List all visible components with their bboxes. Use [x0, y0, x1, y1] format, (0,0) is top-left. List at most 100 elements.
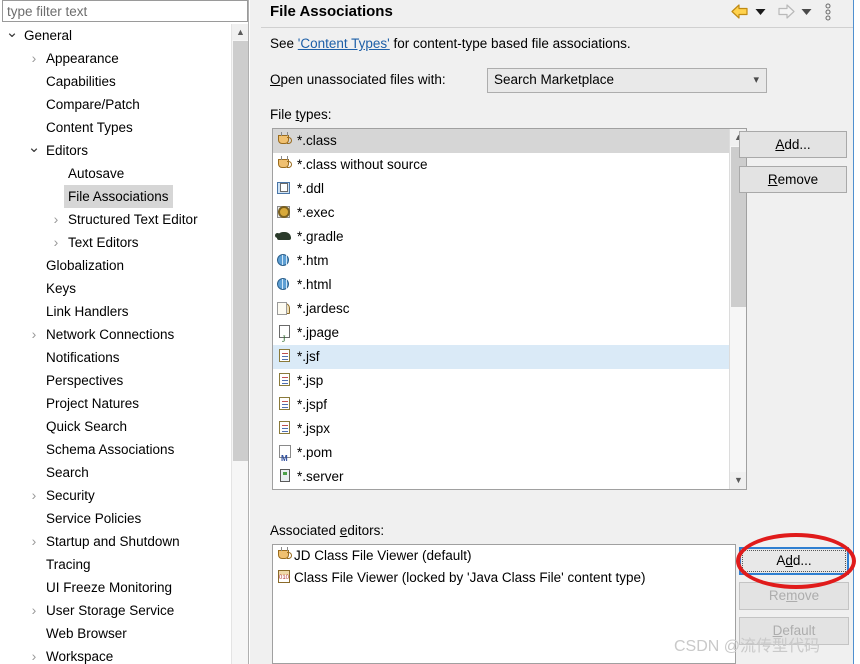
chevron-right-icon[interactable]: › [26, 645, 42, 664]
file-type-row[interactable]: *.jsf [273, 345, 730, 369]
sidebar-item-startup-and-shutdown[interactable]: › Startup and Shutdown [0, 530, 232, 553]
file-type-row[interactable]: *.jspx [273, 417, 730, 441]
sidebar-item-schema-associations[interactable]: Schema Associations [0, 438, 232, 461]
back-arrow-icon[interactable] [730, 3, 750, 20]
preferences-sidebar: ⌄ General › Appearance Capabilities Compare/P… [0, 0, 250, 664]
remove-file-type-button[interactable]: Remove [739, 166, 847, 193]
scroll-down-icon[interactable]: ▼ [730, 472, 746, 489]
sidebar-item-label: Globalization [46, 258, 125, 273]
file-type-row[interactable]: *.jardesc [273, 297, 730, 321]
file-types-list-items: *.class *.class without source *.ddl *.exec… [273, 129, 730, 489]
file-type-row[interactable]: *.gradle [273, 225, 730, 249]
page-header: File Associations [261, 0, 853, 28]
file-type-row[interactable]: *.html [273, 273, 730, 297]
sidebar-item-user-storage-service[interactable]: › User Storage Service [0, 599, 232, 622]
file-type-label: *.exec [297, 205, 335, 220]
sidebar-item-editors[interactable]: ⌄ Editors [0, 139, 232, 162]
associated-editor-row[interactable]: Class File Viewer (locked by 'Java Class… [273, 567, 735, 589]
sidebar-item-autosave[interactable]: Autosave [0, 162, 232, 185]
content-types-link[interactable]: 'Content Types' [298, 36, 390, 51]
chevron-down-icon[interactable]: ⌄ [4, 24, 20, 42]
chevron-right-icon[interactable]: › [48, 208, 64, 231]
file-type-row[interactable]: *.jpage [273, 321, 730, 351]
add-editor-button[interactable]: Add... [739, 547, 849, 575]
sidebar-item-web-browser[interactable]: Web Browser [0, 622, 232, 645]
sidebar-item-compare-patch[interactable]: Compare/Patch [0, 93, 232, 116]
file-type-label: *.html [297, 277, 332, 292]
chevron-right-icon[interactable]: › [26, 484, 42, 507]
sidebar-item-ui-freeze-monitoring[interactable]: UI Freeze Monitoring [0, 576, 232, 599]
sidebar-item-appearance[interactable]: › Appearance [0, 47, 232, 70]
chevron-right-icon[interactable]: › [26, 599, 42, 622]
chevron-down-icon[interactable]: ⌄ [26, 139, 42, 157]
file-type-label: *.gradle [297, 229, 344, 244]
sidebar-item-general[interactable]: ⌄ General [0, 24, 232, 47]
sidebar-item-perspectives[interactable]: Perspectives [0, 369, 232, 392]
file-type-row[interactable]: *.class [273, 129, 730, 153]
back-dropdown-chevron-down-icon[interactable] [755, 8, 766, 16]
elephant-icon [275, 228, 295, 244]
sidebar-item-security[interactable]: › Security [0, 484, 232, 507]
maven-pom-icon [277, 444, 295, 471]
remove-editor-button: Remove [739, 582, 849, 610]
default-editor-mnemonic: D [772, 623, 783, 638]
sidebar-item-quick-search[interactable]: Quick Search [0, 415, 232, 438]
forward-arrow-icon [778, 4, 795, 19]
sidebar-item-search[interactable]: Search [0, 461, 232, 484]
sidebar-scrollbar-thumb[interactable] [233, 41, 248, 461]
sidebar-item-label: Perspectives [46, 373, 124, 388]
sidebar-item-content-types[interactable]: Content Types [0, 116, 232, 139]
assoc-label-prefix: Associated [270, 523, 340, 538]
remove-editor-mnemonic: m [786, 588, 798, 603]
panel-sash[interactable] [250, 0, 261, 664]
file-types-label-prefix: File [270, 107, 296, 122]
sidebar-item-globalization[interactable]: Globalization [0, 254, 232, 277]
open-with-label-rest: pen unassociated files with: [280, 72, 446, 87]
filter-text-input[interactable] [2, 0, 248, 22]
chevron-right-icon[interactable]: › [26, 323, 42, 346]
sidebar-item-text-editors[interactable]: › Text Editors [0, 231, 232, 254]
scroll-up-icon[interactable]: ▲ [232, 24, 249, 40]
globe-icon [277, 252, 295, 268]
preferences-dialog: ⌄ General › Appearance Capabilities Compare/P… [0, 0, 860, 664]
file-type-row[interactable]: *.pom [273, 441, 730, 471]
default-editor-label: efault [782, 623, 816, 638]
chevron-right-icon[interactable]: › [26, 530, 42, 553]
file-types-list[interactable]: *.class *.class without source *.ddl *.exec… [272, 128, 747, 490]
vertical-dots-icon[interactable] [825, 3, 831, 21]
sidebar-item-label: Web Browser [46, 626, 127, 641]
sidebar-item-tracing[interactable]: Tracing [0, 553, 232, 576]
sidebar-item-project-natures[interactable]: Project Natures [0, 392, 232, 415]
file-type-label: *.class [297, 133, 337, 148]
sidebar-item-service-policies[interactable]: Service Policies [0, 507, 232, 530]
sidebar-item-structured-text-editor[interactable]: › Structured Text Editor [0, 208, 232, 231]
sidebar-item-link-handlers[interactable]: Link Handlers [0, 300, 232, 323]
chevron-right-icon[interactable]: › [26, 47, 42, 70]
sidebar-item-capabilities[interactable]: Capabilities [0, 70, 232, 93]
file-type-row[interactable]: *.htm [273, 249, 730, 273]
forward-dropdown-chevron-down-icon[interactable] [801, 8, 812, 16]
sidebar-item-file-associations[interactable]: File Associations [0, 185, 232, 208]
sidebar-item-workspace[interactable]: › Workspace [0, 645, 232, 664]
sidebar-item-label: UI Freeze Monitoring [46, 580, 173, 595]
sidebar-item-notifications[interactable]: Notifications [0, 346, 232, 369]
sidebar-scrollbar[interactable]: ▲ [231, 24, 249, 664]
add-editor-mnemonic: d [785, 553, 793, 568]
sidebar-item-network-connections[interactable]: › Network Connections [0, 323, 232, 346]
sidebar-item-keys[interactable]: Keys [0, 277, 232, 300]
sidebar-item-label: Tracing [46, 557, 91, 572]
file-type-row[interactable]: *.jsp [273, 369, 730, 393]
associated-editors-list[interactable]: JD Class File Viewer (default) Class File… [272, 544, 736, 664]
file-type-row[interactable]: *.jspf [273, 393, 730, 417]
jsp-doc-icon [277, 396, 295, 412]
file-type-row[interactable]: *.class without source [273, 153, 730, 177]
add-file-type-button[interactable]: Add... [739, 131, 847, 158]
file-type-row[interactable]: *.server [273, 465, 730, 489]
file-type-label: *.jpage [297, 325, 340, 340]
file-type-row[interactable]: *.exec [273, 201, 730, 225]
open-unassociated-files-dropdown[interactable]: Search Marketplace ▾ [487, 68, 767, 93]
chevron-right-icon[interactable]: › [48, 231, 64, 254]
associated-editor-row[interactable]: JD Class File Viewer (default) [273, 545, 735, 567]
file-type-label: *.ddl [297, 181, 325, 196]
file-type-row[interactable]: *.ddl [273, 177, 730, 201]
